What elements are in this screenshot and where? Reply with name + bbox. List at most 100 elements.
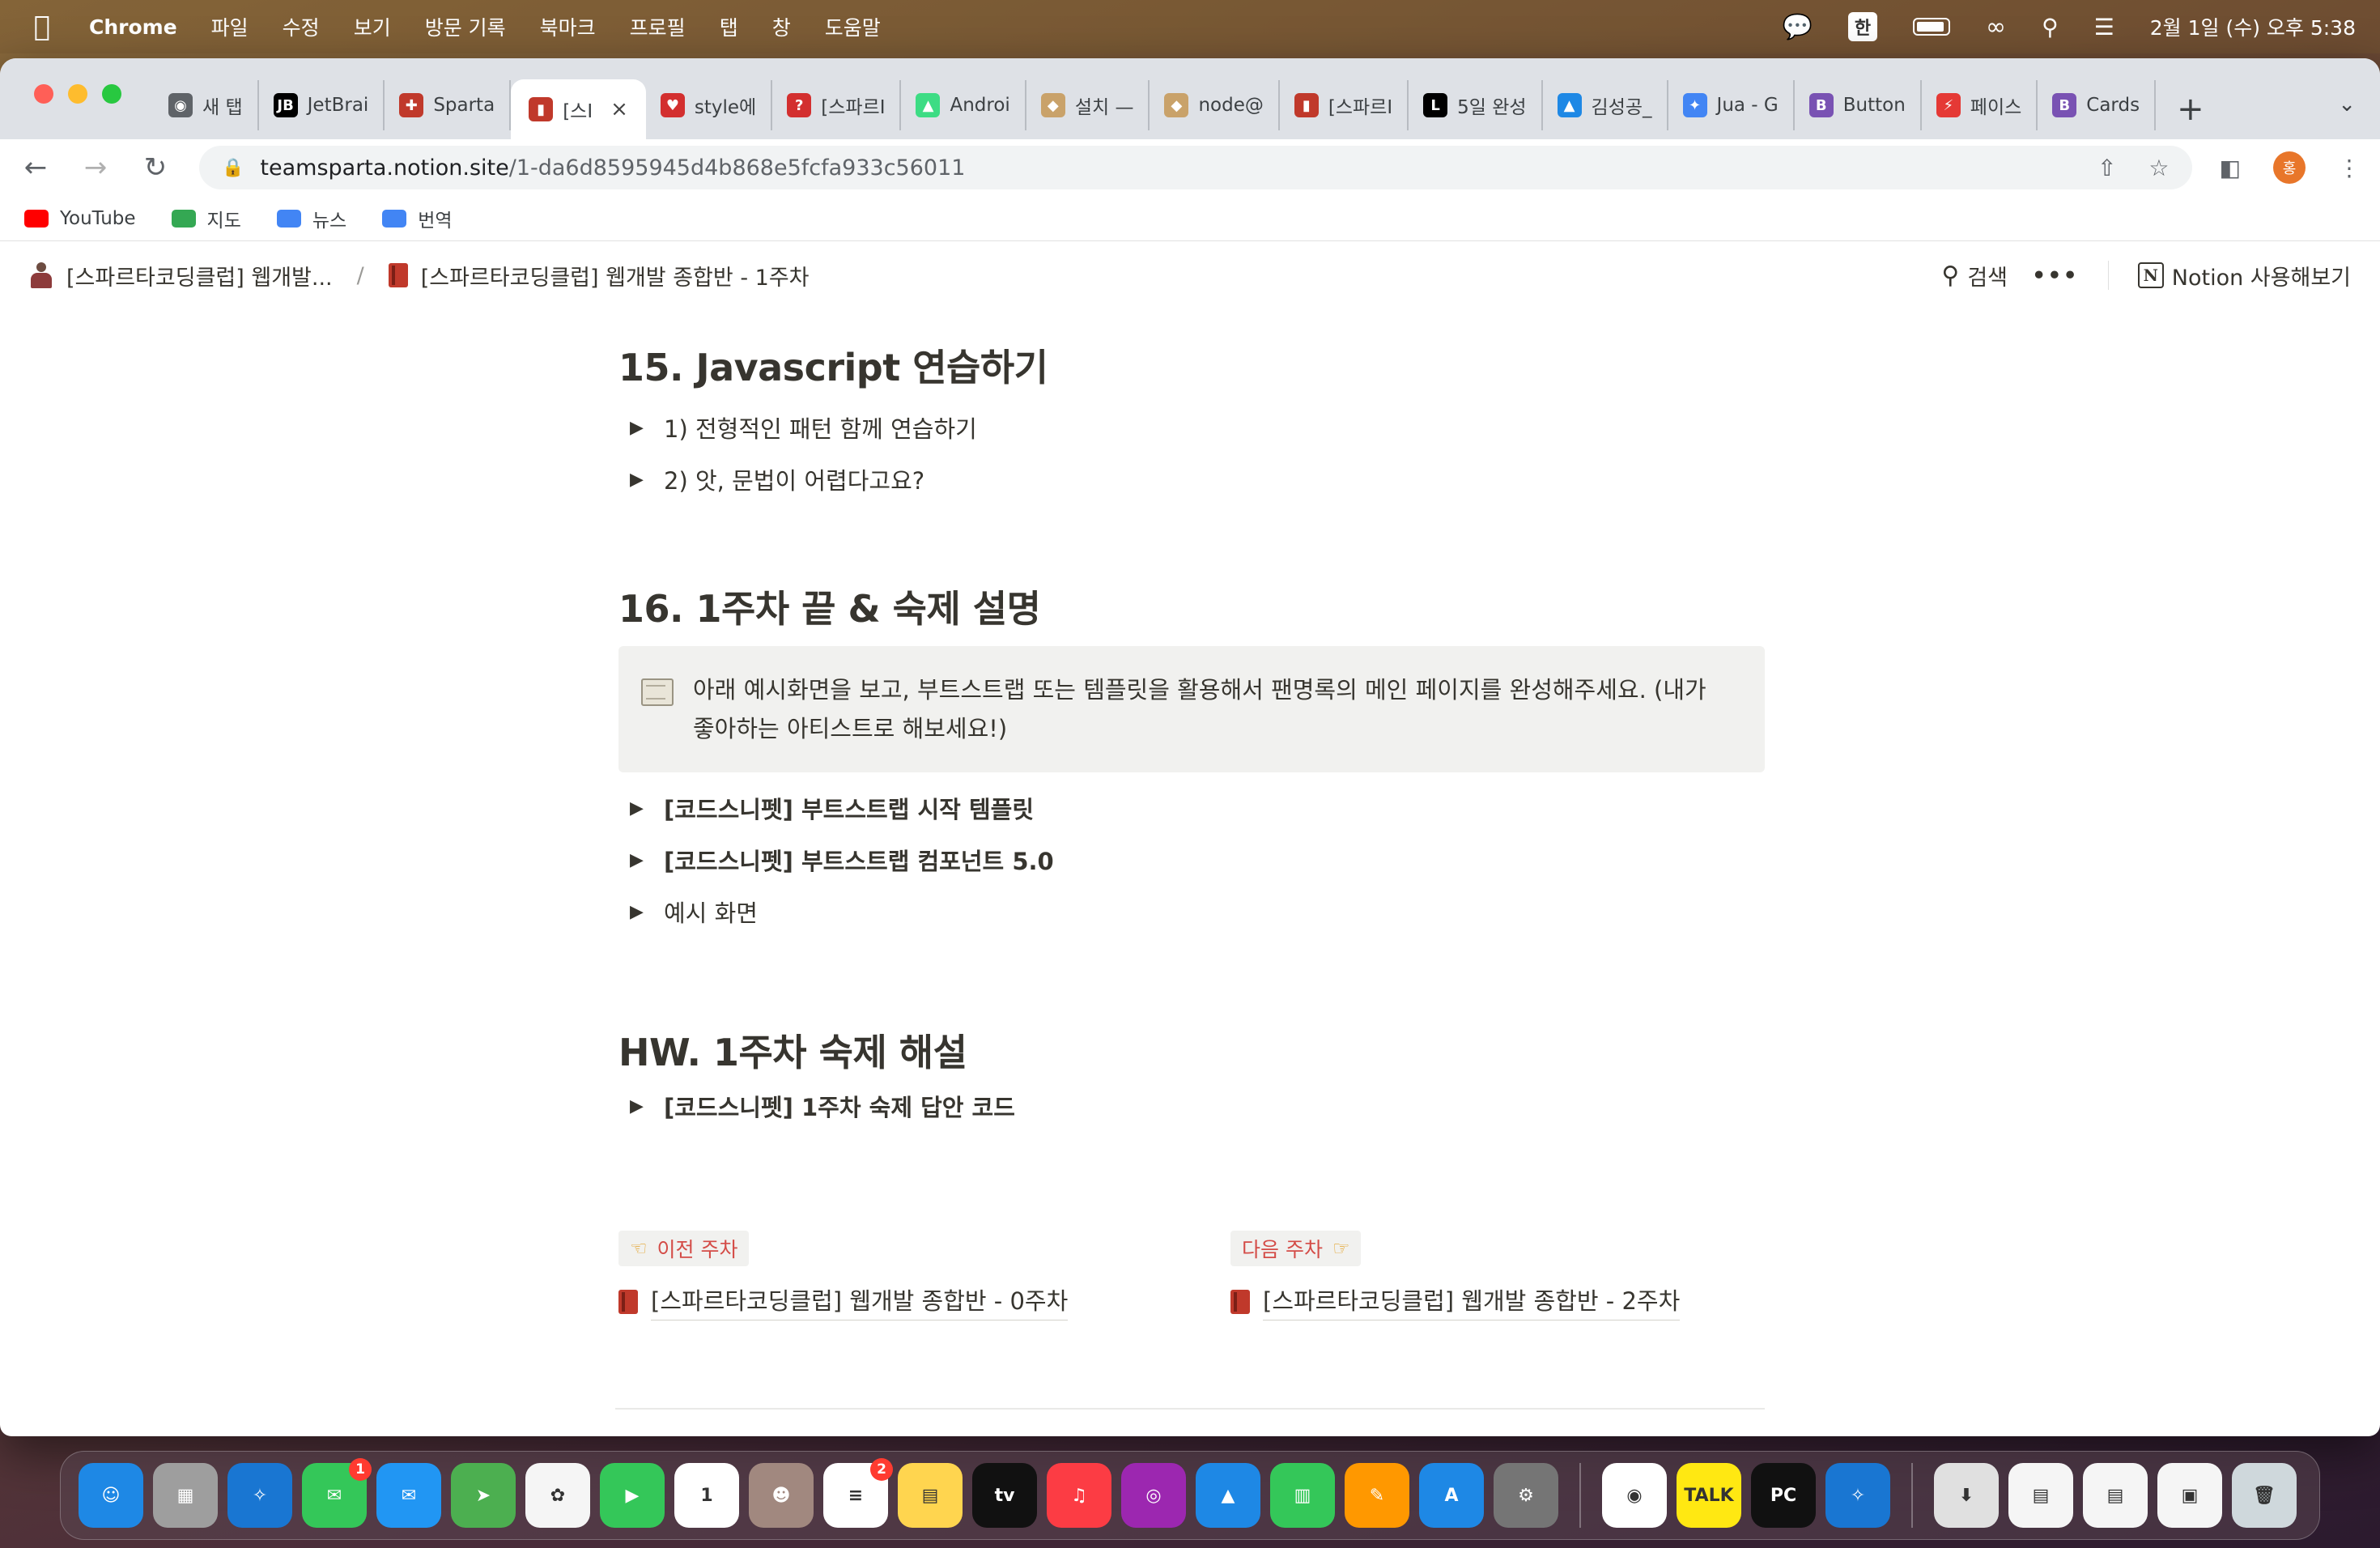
dock-facetime-icon[interactable]: ▶ — [600, 1463, 665, 1528]
toggle-item[interactable]: ▶ [코드스니펫] 1주차 숙제 답안 코드 — [618, 1080, 1765, 1132]
browser-tab[interactable]: ▲ Androi — [901, 80, 1026, 130]
zoom-window-button[interactable] — [102, 84, 121, 104]
minimize-window-button[interactable] — [68, 84, 87, 104]
dock-doc-3-icon[interactable]: ▣ — [2157, 1463, 2222, 1528]
try-notion-button[interactable]: N Notion 사용해보기 — [2137, 260, 2351, 291]
address-bar[interactable]: 🔒 teamsparta.notion.site/1-da6d8595945d4… — [199, 146, 2192, 189]
notion-search-button[interactable]: ⚲ 검색 — [1941, 260, 2008, 291]
menu-tab[interactable]: 탭 — [720, 12, 738, 41]
browser-tab[interactable]: JB JetBrai — [259, 80, 385, 130]
prev-week-link[interactable]: [스파르타코딩클럽] 웹개발 종합반 - 0주차 — [618, 1282, 1230, 1320]
menu-bookmarks[interactable]: 북마크 — [540, 12, 596, 41]
dock-kakaotalk-icon[interactable]: TALK — [1677, 1463, 1741, 1528]
menu-window[interactable]: 창 — [772, 12, 791, 41]
dock-photos-icon[interactable]: ✿ — [525, 1463, 590, 1528]
toggle-triangle-icon[interactable]: ▶ — [618, 902, 664, 922]
bookmark-item[interactable]: 뉴스 — [276, 205, 346, 232]
apple-menu-icon[interactable]:  — [24, 11, 60, 43]
input-method-indicator[interactable]: 한 — [1847, 12, 1878, 41]
browser-tab[interactable]: ♥ style에 — [646, 80, 773, 130]
more-options-button[interactable]: ••• — [2032, 263, 2079, 288]
browser-tab[interactable]: ✚ Sparta — [385, 80, 512, 130]
toggle-item[interactable]: ▶ [코드스니펫] 부트스트랩 컴포넌트 5.0 — [618, 834, 1765, 886]
close-tab-icon[interactable]: × — [610, 97, 628, 121]
dock-mail-icon[interactable]: ✉ — [376, 1463, 441, 1528]
dock-messages-icon[interactable]: ✉ 1 — [302, 1458, 372, 1528]
spotlight-search-icon[interactable]: ⚲ — [2042, 14, 2059, 40]
breadcrumb-current[interactable]: [스파르타코딩클럽] 웹개발 종합반 - 1주차 — [421, 260, 810, 291]
dock-system-settings-icon[interactable]: ⚙ — [1494, 1463, 1558, 1528]
toggle-item[interactable]: ▶ 2) 앗, 문법이 어렵다고요? — [618, 453, 1765, 505]
dock-downloads-icon[interactable]: ⬇ — [1934, 1463, 1999, 1528]
dock-doc-1-icon[interactable]: ▤ — [2008, 1463, 2073, 1528]
menu-file[interactable]: 파일 — [211, 12, 249, 41]
dock-keynote-icon[interactable]: ▲ — [1196, 1463, 1260, 1528]
tab-search-chevron-icon[interactable]: ⌄ — [2338, 92, 2356, 117]
browser-tab[interactable]: ⚡ 페이스 — [1922, 80, 2038, 130]
bookmark-item[interactable]: YouTube — [24, 208, 136, 229]
menu-chrome[interactable]: Chrome — [89, 15, 177, 39]
dock-podcasts-icon[interactable]: ◎ — [1121, 1463, 1186, 1528]
dock-launchpad-icon[interactable]: ▦ — [153, 1463, 218, 1528]
browser-tab[interactable]: ✦ Jua - G — [1668, 80, 1795, 130]
toggle-item[interactable]: ▶ 1) 전형적인 패턴 함께 연습하기 — [618, 402, 1765, 453]
dock-reminders-icon[interactable]: ≡ 2 — [823, 1458, 893, 1528]
lock-icon[interactable]: 🔒 — [222, 158, 244, 178]
browser-tab[interactable]: ◆ 설치 — — [1026, 80, 1150, 130]
new-tab-button[interactable]: + — [2177, 91, 2204, 128]
dock-pycharm-icon[interactable]: PC — [1751, 1463, 1816, 1528]
dock-app-store-icon[interactable]: A — [1419, 1463, 1484, 1528]
dock-music-icon[interactable]: ♫ — [1047, 1463, 1111, 1528]
browser-tab[interactable]: ◉ 새 탭 — [154, 80, 259, 130]
browser-tab[interactable]: ◆ node@ — [1150, 80, 1280, 130]
forward-button[interactable]: → — [79, 151, 112, 184]
next-week-link[interactable]: [스파르타코딩클럽] 웹개발 종합반 - 2주차 — [1230, 1282, 1842, 1320]
bookmark-item[interactable]: 번역 — [382, 205, 453, 232]
bookmark-star-icon[interactable]: ☆ — [2148, 155, 2169, 181]
toggle-triangle-icon[interactable]: ▶ — [618, 1096, 664, 1116]
browser-tab[interactable]: ▮ [스파르I — [1280, 80, 1409, 130]
bookmark-item[interactable]: 지도 — [171, 205, 241, 232]
browser-tab[interactable]: B Button — [1795, 80, 1922, 130]
close-window-button[interactable] — [34, 84, 53, 104]
tab-active[interactable]: ▮ [스I × — [511, 79, 646, 139]
back-button[interactable]: ← — [19, 151, 52, 184]
dock-doc-2-icon[interactable]: ▤ — [2083, 1463, 2148, 1528]
toggle-item[interactable]: ▶ [코드스니펫] 부트스트랩 시작 템플릿 — [618, 782, 1765, 834]
profile-avatar[interactable]: 홍 — [2273, 151, 2306, 184]
toggle-triangle-icon[interactable]: ▶ — [618, 798, 664, 819]
notification-chat-icon[interactable]: 💬 — [1783, 13, 1813, 41]
dock-safari-2-icon[interactable]: ✧ — [1825, 1463, 1890, 1528]
battery-icon[interactable] — [1913, 18, 1951, 36]
toggle-triangle-icon[interactable]: ▶ — [618, 418, 664, 438]
browser-tab[interactable]: ▲ 김성공_ — [1543, 80, 1668, 130]
toggle-triangle-icon[interactable]: ▶ — [618, 470, 664, 490]
dock-safari-icon[interactable]: ✧ — [227, 1463, 292, 1528]
menu-profiles[interactable]: 프로필 — [630, 12, 686, 41]
link-icon[interactable]: ∞ — [1986, 13, 2006, 41]
dock-calendar-icon[interactable]: 1 — [674, 1463, 739, 1528]
toggle-item[interactable]: ▶ 예시 화면 — [618, 886, 1765, 938]
menu-history[interactable]: 방문 기록 — [425, 12, 506, 41]
dock-numbers-icon[interactable]: ▥ — [1270, 1463, 1335, 1528]
menu-help[interactable]: 도움말 — [825, 12, 881, 41]
control-center-icon[interactable]: ☰ — [2094, 14, 2114, 40]
dock-chrome-icon[interactable]: ◉ — [1602, 1463, 1667, 1528]
dock-maps-icon[interactable]: ➤ — [451, 1463, 516, 1528]
toggle-triangle-icon[interactable]: ▶ — [618, 850, 664, 870]
dock-trash-icon[interactable]: 🗑 — [2232, 1463, 2297, 1528]
breadcrumb-parent[interactable]: [스파르타코딩클럽] 웹개발... — [66, 260, 333, 291]
menu-view[interactable]: 보기 — [354, 12, 391, 41]
share-icon[interactable]: ⇧ — [2097, 155, 2116, 181]
dock-notes-icon[interactable]: ▤ — [898, 1463, 963, 1528]
chrome-menu-icon[interactable]: ⋮ — [2338, 155, 2361, 181]
dock-contacts-icon[interactable]: ☻ — [749, 1463, 814, 1528]
browser-tab[interactable]: L 5일 완성 — [1409, 80, 1543, 130]
dock-pages-icon[interactable]: ✎ — [1345, 1463, 1409, 1528]
reload-button[interactable]: ↻ — [139, 151, 172, 184]
browser-tab[interactable]: B Cards — [2038, 80, 2157, 130]
dock-finder-icon[interactable]: ☺ — [79, 1463, 143, 1528]
menubar-clock[interactable]: 2월 1일 (수) 오후 5:38 — [2150, 12, 2356, 41]
menu-edit[interactable]: 수정 — [283, 12, 320, 41]
side-panel-icon[interactable]: ◧ — [2220, 155, 2241, 181]
